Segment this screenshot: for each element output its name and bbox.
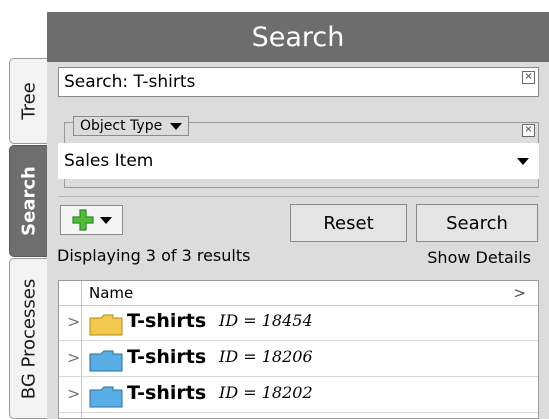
tab-tree[interactable]: Tree [9, 58, 47, 144]
chevron-down-icon [517, 158, 529, 165]
green-plus-icon [71, 209, 94, 231]
row-name: T-shirts [127, 382, 207, 404]
folder-icon [89, 386, 123, 408]
row-id: ID = 18454 [219, 311, 313, 330]
object-type-dropdown[interactable]: Object Type [73, 116, 190, 136]
results-grid: Name > > T-shirts ID = 18454 > T-shirts … [58, 280, 539, 419]
vertical-tab-strip: Tree Search BG Processes [0, 0, 47, 419]
chevron-right-icon[interactable]: > [513, 281, 526, 305]
chevron-down-icon [99, 216, 112, 224]
divider [58, 196, 539, 197]
expand-icon[interactable]: > [67, 384, 80, 403]
column-header-name[interactable]: Name [89, 281, 133, 305]
search-input[interactable]: Search: T-shirts [58, 67, 539, 97]
reset-button[interactable]: Reset [290, 204, 407, 242]
object-type-label: Object Type [80, 118, 163, 134]
object-type-select[interactable]: Sales Item [58, 143, 539, 179]
row-id: ID = 18202 [219, 383, 313, 402]
row-name: T-shirts [127, 346, 207, 368]
remove-filter-icon[interactable]: × [522, 124, 535, 137]
clear-search-icon[interactable]: × [522, 71, 535, 84]
table-row[interactable]: > T-shirts ID = 18454 [59, 305, 538, 341]
search-button[interactable]: Search [416, 204, 538, 242]
chevron-down-icon [170, 122, 183, 130]
row-id: ID = 18206 [219, 347, 313, 366]
expand-icon[interactable]: > [67, 348, 80, 367]
folder-icon [89, 314, 123, 336]
search-input-value: Search: T-shirts [64, 72, 196, 92]
table-row[interactable]: > T-shirts ID = 18202 [59, 377, 538, 413]
tab-search-label: Search [18, 166, 39, 236]
tab-tree-label: Tree [18, 82, 39, 120]
table-row[interactable]: > T-shirts ID = 18206 [59, 341, 538, 377]
grid-header: Name > [59, 281, 538, 306]
tab-bg-processes[interactable]: BG Processes [9, 258, 47, 419]
panel-title: Search [47, 12, 549, 62]
search-panel: Search Search: T-shirts × Object Type × … [47, 12, 549, 419]
object-type-value: Sales Item [64, 151, 154, 171]
tab-bg-processes-label: BG Processes [18, 278, 39, 399]
tab-search[interactable]: Search [9, 145, 47, 257]
row-name: T-shirts [127, 310, 207, 332]
folder-icon [89, 350, 123, 372]
add-button[interactable] [60, 205, 123, 235]
expand-icon[interactable]: > [67, 312, 80, 331]
results-status: Displaying 3 of 3 results [57, 246, 251, 265]
show-details-link[interactable]: Show Details [427, 248, 531, 267]
